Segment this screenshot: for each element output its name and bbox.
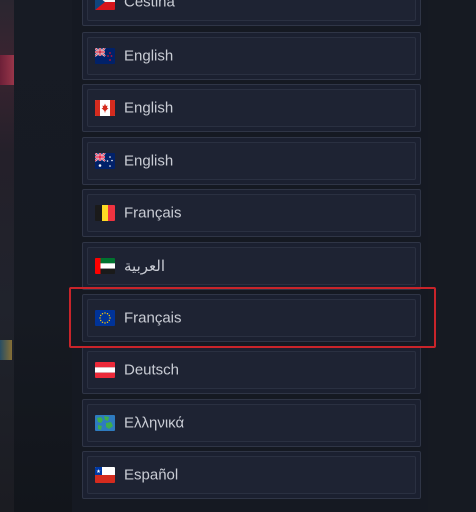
language-option-english-ca[interactable]: English [82, 84, 421, 132]
language-option-english-nz[interactable]: English [82, 32, 421, 80]
language-label: Ελληνικά [124, 414, 185, 432]
language-label: العربية [124, 258, 165, 275]
uae-flag-icon [95, 258, 115, 274]
language-label: English [124, 152, 174, 170]
language-option-greek[interactable]: Ελληνικά [82, 399, 421, 447]
background-accent [0, 55, 14, 85]
language-selector-screen: Čeština English English English Français… [0, 0, 476, 512]
new-zealand-flag-icon [95, 48, 115, 64]
language-label: Čeština [124, 0, 175, 11]
belgium-flag-icon [95, 205, 115, 221]
language-option-french-eu[interactable]: Français [82, 294, 421, 342]
language-option-czech[interactable]: Čeština [82, 0, 421, 26]
language-label: English [124, 99, 174, 117]
chile-flag-icon [95, 467, 115, 483]
language-label: English [124, 47, 174, 65]
canada-flag-icon [95, 100, 115, 116]
eu-flag-icon [95, 310, 115, 326]
language-option-german-at[interactable]: Deutsch [82, 346, 421, 394]
language-option-french-be[interactable]: Français [82, 189, 421, 237]
background-accent [0, 340, 12, 360]
language-label: Español [124, 466, 179, 484]
background-panel [14, 0, 72, 512]
language-label: Français [124, 309, 182, 327]
language-label: Français [124, 204, 182, 222]
language-label: Deutsch [124, 361, 180, 379]
background-panel [428, 0, 476, 512]
australia-flag-icon [95, 153, 115, 169]
language-option-arabic[interactable]: العربية [82, 242, 421, 290]
background-game-panel [0, 0, 15, 512]
language-option-english-au[interactable]: English [82, 137, 421, 185]
austria-flag-icon [95, 362, 115, 378]
world-flag-icon [95, 415, 115, 431]
czech-flag-icon [95, 0, 115, 10]
language-option-spanish-cl[interactable]: Español [82, 451, 421, 499]
